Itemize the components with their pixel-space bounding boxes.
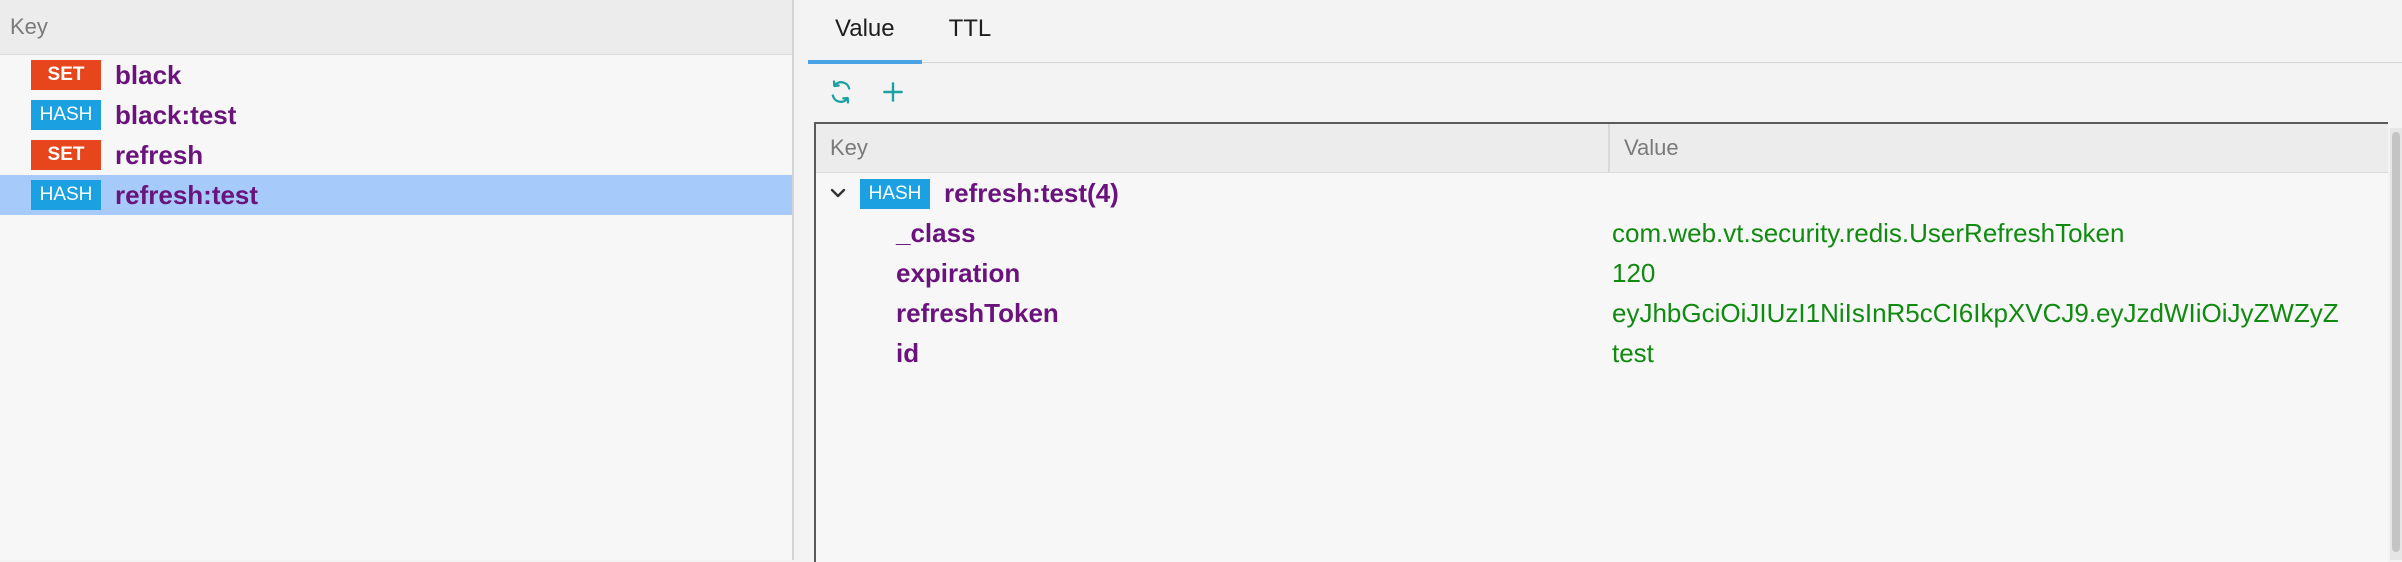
tree-field-row[interactable]: id test bbox=[816, 333, 2388, 373]
type-badge: SET bbox=[31, 60, 101, 90]
refresh-button[interactable] bbox=[824, 75, 858, 109]
type-badge: SET bbox=[31, 140, 101, 170]
field-name: expiration bbox=[896, 258, 1021, 288]
tab-value[interactable]: Value bbox=[808, 0, 922, 64]
tab-ttl[interactable]: TTL bbox=[922, 0, 1019, 62]
add-field-button[interactable] bbox=[876, 75, 910, 109]
value-panel: Value TTL Key Value HASH refresh:test(4)… bbox=[808, 0, 2402, 562]
tree-field-row[interactable]: expiration 120 bbox=[816, 253, 2388, 293]
tab-bar: Value TTL bbox=[808, 0, 2402, 64]
key-list-panel: Key SET black HASH black:test SET refres… bbox=[0, 0, 794, 560]
key-row-refresh[interactable]: SET refresh bbox=[0, 135, 792, 175]
field-value: eyJhbGciOiJIUzI1NiIsInR5cCI6IkpXVCJ9.eyJ… bbox=[1612, 298, 2339, 328]
type-badge: HASH bbox=[860, 179, 930, 209]
key-name: refresh bbox=[115, 139, 204, 170]
key-name: black:test bbox=[115, 99, 237, 130]
field-value: test bbox=[1612, 338, 1654, 368]
field-name: refreshToken bbox=[896, 298, 1059, 328]
hash-tree-view: Key Value HASH refresh:test(4) _class co… bbox=[814, 122, 2388, 562]
tree-header: Key Value bbox=[816, 124, 2388, 173]
type-badge: HASH bbox=[31, 180, 101, 210]
tree-key-column-header[interactable]: Key bbox=[816, 124, 1610, 172]
field-name: _class bbox=[896, 218, 976, 248]
field-name: id bbox=[896, 338, 920, 368]
field-value: 120 bbox=[1612, 258, 1656, 288]
root-key-label: refresh:test(4) bbox=[944, 178, 1119, 208]
vertical-scrollbar[interactable] bbox=[2390, 128, 2402, 560]
tree-field-row[interactable]: _class com.web.vt.security.redis.UserRef… bbox=[816, 213, 2388, 253]
tree-root-row[interactable]: HASH refresh:test(4) bbox=[816, 173, 2388, 213]
tree-value-column-header[interactable]: Value bbox=[1610, 124, 1679, 172]
key-row-black-test[interactable]: HASH black:test bbox=[0, 95, 792, 135]
add-icon bbox=[883, 82, 903, 102]
tree-field-row[interactable]: refreshToken eyJhbGciOiJIUzI1NiIsInR5cCI… bbox=[816, 293, 2388, 333]
toolbar bbox=[808, 63, 2402, 121]
key-name: refresh:test bbox=[115, 179, 259, 210]
refresh-icon bbox=[831, 80, 851, 104]
key-row-black[interactable]: SET black bbox=[0, 55, 792, 95]
field-value: com.web.vt.security.redis.UserRefreshTok… bbox=[1612, 218, 2125, 248]
key-column-header[interactable]: Key bbox=[0, 0, 792, 55]
key-name: black bbox=[115, 59, 182, 90]
key-row-refresh-test[interactable]: HASH refresh:test bbox=[0, 175, 792, 215]
chevron-down-icon[interactable] bbox=[826, 181, 850, 205]
scrollbar-thumb[interactable] bbox=[2392, 132, 2400, 552]
key-list: SET black HASH black:test SET refresh HA… bbox=[0, 55, 792, 215]
type-badge: HASH bbox=[31, 100, 101, 130]
